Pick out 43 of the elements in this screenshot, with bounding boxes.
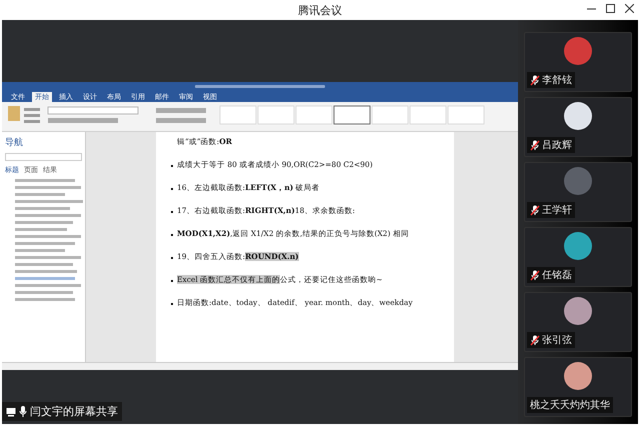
blurred-heading-line [15, 298, 75, 301]
blurred-heading-line [15, 228, 67, 231]
blurred-heading-line [15, 270, 77, 273]
muted-mic-icon [530, 74, 540, 86]
share-caption: 闫文宇的屏幕共享 [2, 402, 122, 421]
blurred-heading-line [15, 214, 81, 217]
blurred-heading-line [15, 284, 81, 287]
blurred-heading-line [15, 193, 65, 196]
search-field[interactable] [5, 153, 82, 161]
participant-name: 李舒铉 [542, 74, 572, 87]
close-icon[interactable] [625, 4, 634, 13]
participant-name: 桃之夭夭灼灼其华 [530, 398, 610, 412]
blurred-heading-line [15, 291, 73, 294]
blurred-heading-line [15, 235, 81, 238]
mic-icon [19, 406, 27, 417]
muted-mic-icon [530, 140, 540, 150]
blurred-heading-line [15, 263, 73, 266]
avatar [564, 102, 592, 130]
avatar [564, 362, 592, 390]
blurred-heading-line [15, 242, 75, 245]
avatar [564, 37, 592, 65]
blurred-heading-line [15, 277, 75, 280]
avatar [564, 167, 592, 195]
pane-title: 导航 [5, 136, 24, 149]
blurred-heading-line [15, 256, 81, 259]
screen-icon [6, 406, 16, 416]
participant-name: 张引弦 [542, 334, 572, 347]
blurred-heading-line [15, 186, 81, 189]
avatar [564, 232, 592, 260]
participant-name: 王学轩 [542, 204, 572, 217]
blurred-heading-line [15, 200, 83, 203]
blurred-heading-line [15, 249, 65, 252]
blurred-heading-line [15, 179, 75, 182]
muted-mic-icon [530, 334, 540, 346]
window-title: 腾讯会议 [298, 2, 342, 18]
avatar [564, 297, 592, 325]
participant-name: 吕政辉 [542, 138, 572, 152]
muted-mic-icon [530, 270, 540, 280]
blurred-heading-line [15, 221, 73, 224]
maximize-icon[interactable] [606, 4, 615, 13]
participant-name: 任铭磊 [542, 269, 572, 282]
muted-mic-icon [530, 204, 540, 216]
blurred-heading-line [15, 207, 70, 210]
